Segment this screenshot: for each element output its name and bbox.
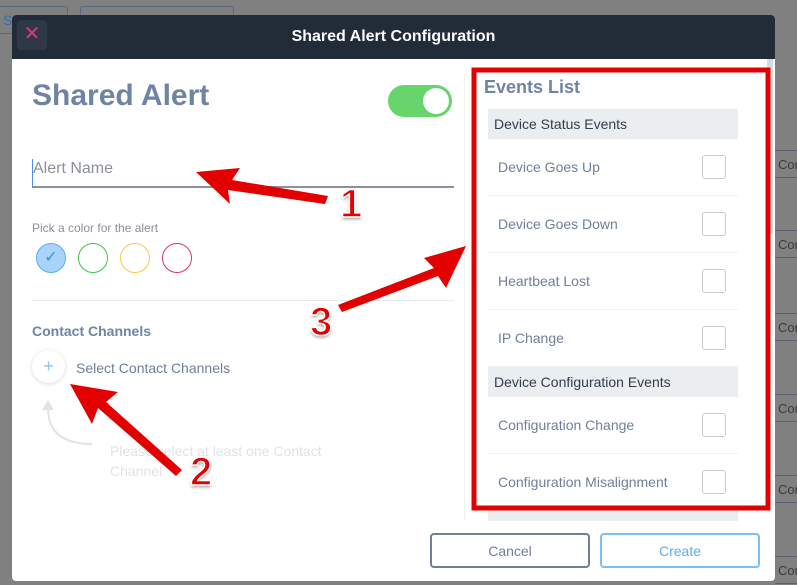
arrow-3 [338,246,466,312]
annotation-overlay [70,67,771,511]
arrow-2 [70,384,182,476]
highlight-box [471,67,771,511]
arrow-1 [196,168,328,204]
annotation-number-1: 1 [339,181,363,227]
annotation-number-3: 3 [309,299,333,345]
annotation-number-2: 2 [189,449,213,495]
